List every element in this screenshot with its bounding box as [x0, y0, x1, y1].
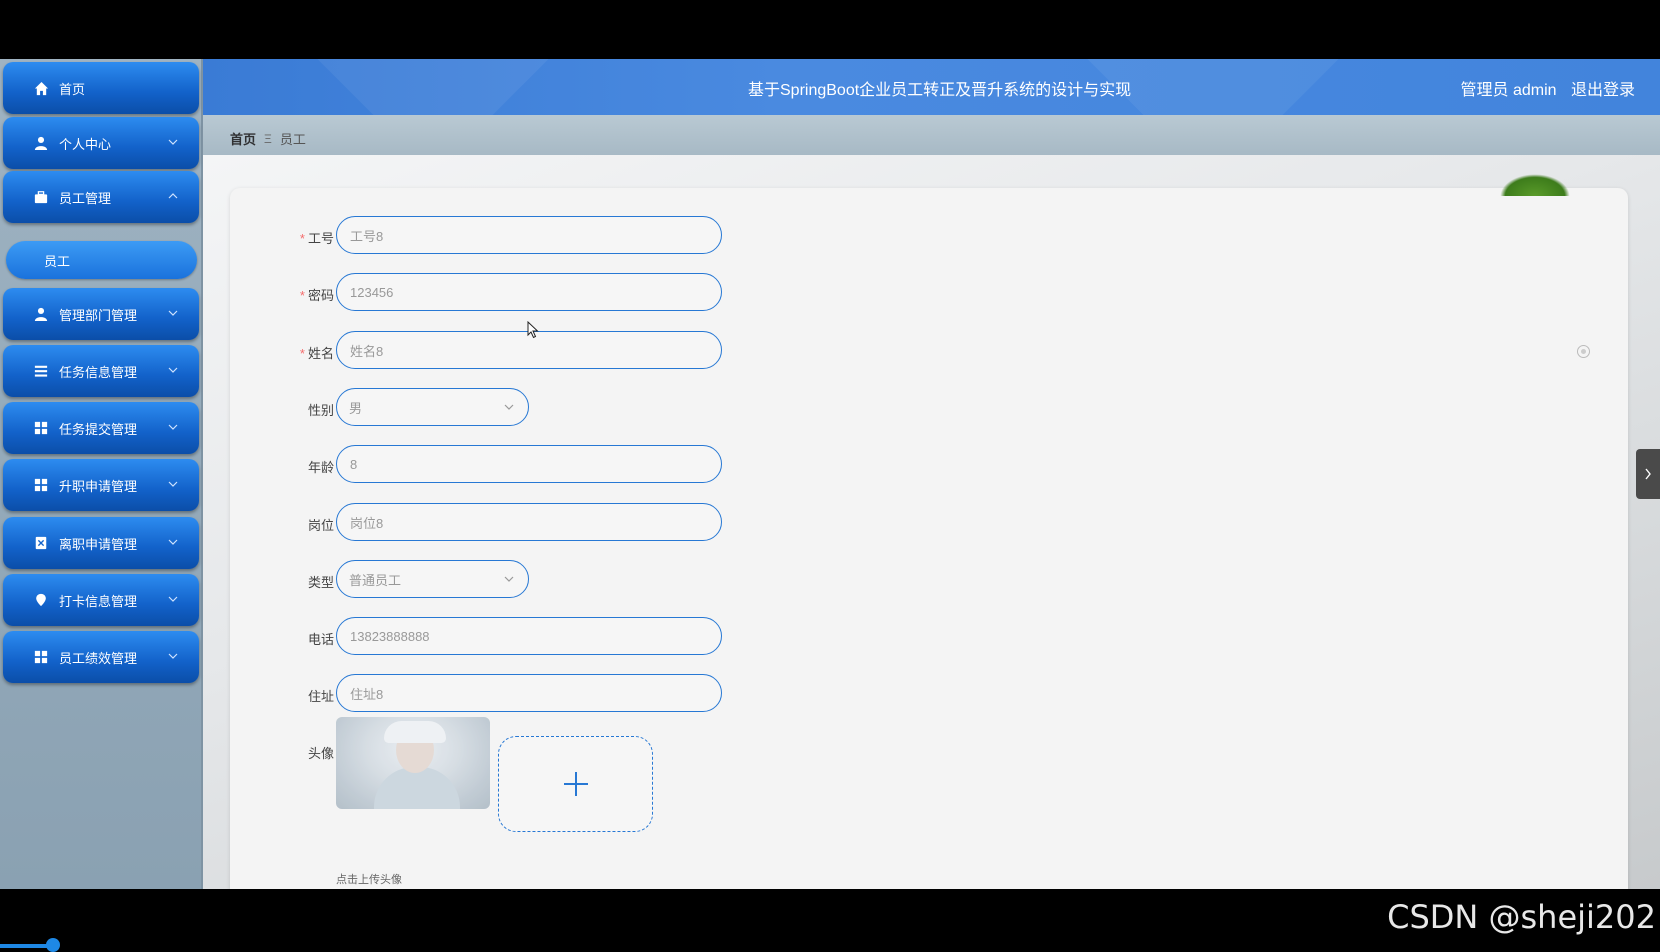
chevron-down-icon — [168, 539, 178, 545]
address-input[interactable]: 住址8 — [336, 674, 722, 712]
gender-label: 性别 — [307, 403, 334, 418]
app-title: 基于SpringBoot企业员工转正及晋升系统的设计与实现 — [748, 82, 1132, 99]
location-pin-icon — [33, 592, 49, 608]
sidebar-item-label: 员工管理 — [59, 190, 112, 206]
side-panel-toggle[interactable] — [1636, 449, 1660, 499]
grid-icon — [33, 420, 49, 436]
chevron-down-icon — [504, 576, 514, 582]
name-label: * 姓名 — [299, 346, 334, 361]
avatar-preview-image — [336, 717, 490, 809]
document-icon — [33, 535, 49, 551]
phone-input[interactable]: 13823888888 — [336, 617, 722, 655]
mouse-cursor-icon — [527, 321, 539, 339]
chevron-down-icon — [504, 404, 514, 410]
home-icon — [33, 80, 49, 96]
grid-icon — [33, 477, 49, 493]
position-label: 岗位 — [307, 518, 334, 533]
sidebar-item-label: 打卡信息管理 — [59, 593, 138, 609]
age-input[interactable]: 8 — [336, 445, 722, 483]
chevron-up-icon — [168, 193, 178, 199]
employee-id-input[interactable]: 工号8 — [336, 216, 722, 254]
breadcrumb-separator: Ξ — [264, 131, 272, 146]
chevron-down-icon — [168, 310, 178, 316]
sidebar-item-promotion-request[interactable]: 升职申请管理 — [3, 459, 199, 511]
breadcrumb-bar: 首页 Ξ 员工 — [203, 115, 1660, 155]
type-label: 类型 — [307, 575, 334, 590]
sidebar-item-label: 员工绩效管理 — [59, 650, 138, 666]
sidebar-item-department-management[interactable]: 管理部门管理 — [3, 288, 199, 340]
sidebar: 首页 个人中心 员工管理 员工 管理部门管理 任务信息管理 任务提交管理 升职申… — [0, 59, 203, 889]
sidebar-item-label: 任务信息管理 — [59, 364, 138, 380]
user-icon — [33, 135, 49, 151]
sidebar-subitem-label: 员工 — [44, 253, 71, 269]
briefcase-icon — [33, 189, 49, 205]
circle-mark-icon — [1577, 345, 1590, 358]
chevron-down-icon — [168, 424, 178, 430]
sidebar-item-task-submit[interactable]: 任务提交管理 — [3, 402, 199, 454]
app-window: 首页 个人中心 员工管理 员工 管理部门管理 任务信息管理 任务提交管理 升职申… — [0, 59, 1660, 889]
leaf-decoration — [1500, 174, 1570, 196]
chevron-down-icon — [168, 596, 178, 602]
breadcrumb-home[interactable]: 首页 — [230, 129, 256, 148]
sidebar-item-task-info[interactable]: 任务信息管理 — [3, 345, 199, 397]
sidebar-item-label: 任务提交管理 — [59, 421, 138, 437]
avatar-upload-button[interactable] — [498, 736, 653, 832]
sidebar-item-resignation-request[interactable]: 离职申请管理 — [3, 517, 199, 569]
sidebar-item-performance[interactable]: 员工绩效管理 — [3, 631, 199, 683]
user-icon — [33, 306, 49, 322]
age-label: 年龄 — [307, 460, 334, 475]
employee-form-card: * 工号 工号8 * 密码 123456 * 姓名 姓名8 性别 男 年龄 8 岗位 … — [230, 174, 1628, 889]
phone-label: 电话 — [307, 632, 334, 647]
grid-icon — [33, 649, 49, 665]
type-select-value: 普通员工 — [349, 572, 402, 588]
sidebar-item-label: 管理部门管理 — [59, 307, 138, 323]
type-select[interactable]: 普通员工 — [336, 560, 529, 598]
chevron-right-icon — [1645, 468, 1651, 480]
position-input[interactable]: 岗位8 — [336, 503, 722, 541]
sidebar-item-label: 首页 — [59, 81, 86, 97]
admin-user-label: 管理员 admin — [1460, 82, 1557, 99]
chevron-down-icon — [168, 367, 178, 373]
upload-hint: 点击上传头像 — [336, 874, 402, 886]
header-decoration — [277, 59, 589, 115]
gender-select-value: 男 — [349, 400, 363, 416]
password-input[interactable]: 123456 — [336, 273, 722, 311]
chevron-down-icon — [168, 481, 178, 487]
sidebar-item-label: 升职申请管理 — [59, 478, 138, 494]
gender-select[interactable]: 男 — [336, 388, 529, 426]
sidebar-item-home[interactable]: 首页 — [3, 62, 199, 114]
sidebar-item-clock-in[interactable]: 打卡信息管理 — [3, 574, 199, 626]
address-label: 住址 — [307, 689, 334, 704]
logout-link[interactable]: 退出登录 — [1571, 82, 1635, 99]
plus-icon — [563, 772, 588, 796]
sidebar-item-label: 离职申请管理 — [59, 536, 138, 552]
sidebar-item-employee-management[interactable]: 员工管理 — [3, 171, 199, 223]
chevron-down-icon — [168, 139, 178, 145]
breadcrumb-current: 员工 — [279, 132, 306, 147]
watermark: CSDN @sheji202 — [1387, 898, 1656, 936]
user-area: 管理员 admin 退出登录 — [1451, 76, 1636, 100]
password-label: * 密码 — [299, 288, 334, 303]
screen-top-bar — [0, 0, 1660, 59]
main-content: * 工号 工号8 * 密码 123456 * 姓名 姓名8 性别 男 年龄 8 岗位 … — [203, 155, 1660, 889]
sidebar-item-personal-center[interactable]: 个人中心 — [3, 117, 199, 169]
sidebar-subitem-employee[interactable]: 员工 — [6, 241, 197, 279]
avatar-label: 头像 — [307, 746, 334, 761]
employee-id-label: * 工号 — [299, 231, 334, 246]
breadcrumb: 首页 Ξ 员工 — [230, 129, 306, 148]
top-header: 基于SpringBoot企业员工转正及晋升系统的设计与实现 管理员 admin … — [203, 59, 1660, 115]
sidebar-item-label: 个人中心 — [59, 136, 112, 152]
chevron-down-icon — [168, 653, 178, 659]
list-icon — [33, 363, 49, 379]
